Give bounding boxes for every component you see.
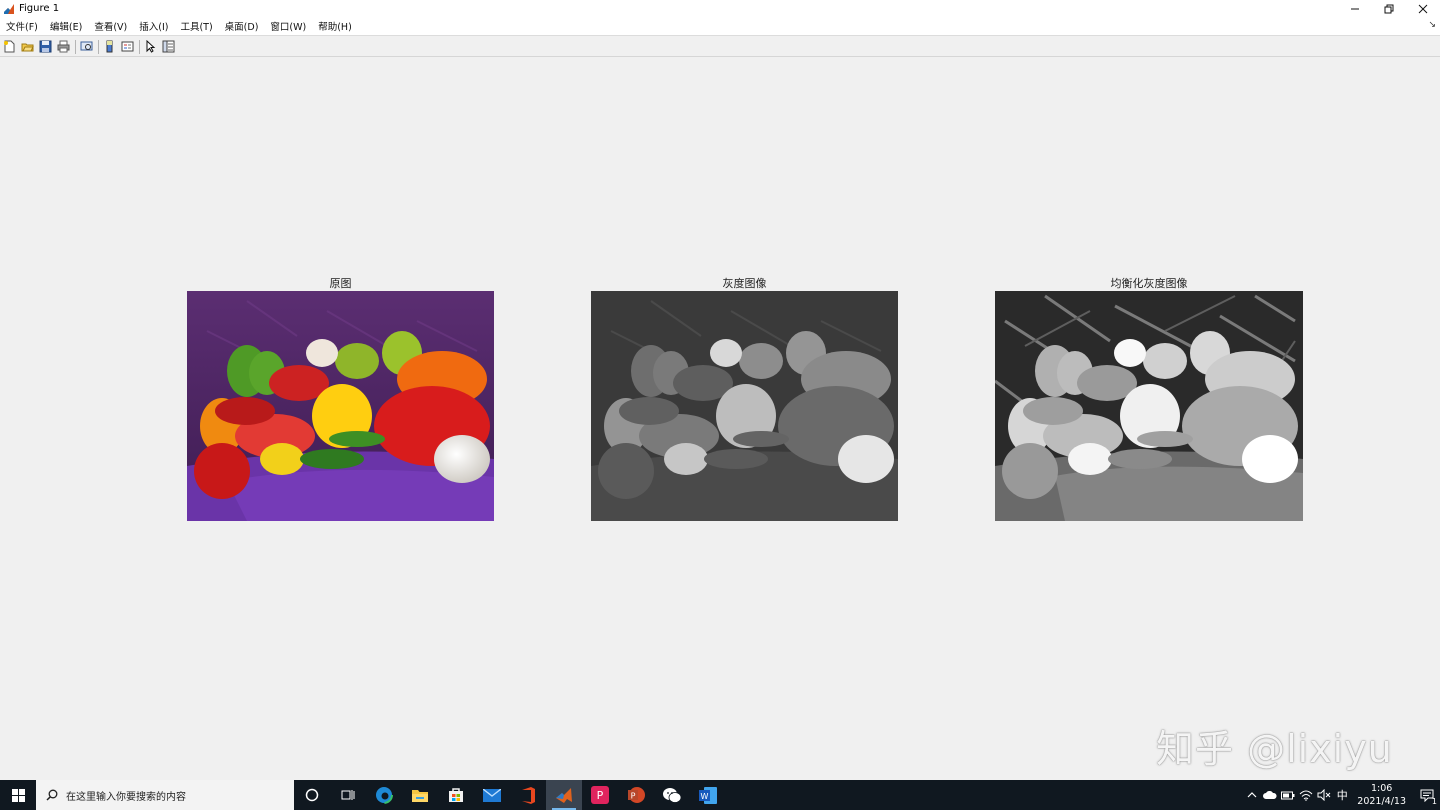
- file-explorer-icon: [412, 789, 428, 802]
- svg-text:P: P: [631, 792, 636, 801]
- clock-time: 1:06: [1370, 783, 1393, 794]
- chevron-up-icon: [1247, 792, 1257, 798]
- window-title: Figure 1: [19, 3, 60, 14]
- search-icon: [46, 789, 58, 801]
- pointer-icon: [146, 40, 156, 53]
- restore-button[interactable]: [1372, 0, 1406, 17]
- word-icon: W: [699, 786, 717, 804]
- toolbar-separator: [75, 39, 76, 54]
- equalized-grayscale-image: [995, 291, 1303, 521]
- tray-onedrive[interactable]: [1261, 780, 1279, 810]
- windows-logo-icon: [11, 788, 25, 802]
- task-view-icon: [341, 790, 355, 800]
- tray-volume[interactable]: [1315, 780, 1333, 810]
- new-figure-icon: [4, 40, 15, 53]
- save-button[interactable]: [38, 39, 53, 54]
- print-button[interactable]: [56, 39, 71, 54]
- mail-icon: [483, 788, 501, 802]
- property-editor-button[interactable]: [161, 39, 176, 54]
- clock-date: 2021/4/13: [1357, 796, 1406, 807]
- tray-overflow-button[interactable]: [1243, 780, 1261, 810]
- print-preview-icon: [80, 41, 93, 51]
- menu-bar: 文件(F) 编辑(E) 查看(V) 插入(I) 工具(T) 桌面(D) 窗口(W…: [0, 17, 1440, 36]
- powerpoint-icon: P: [628, 787, 645, 803]
- notification-center-button[interactable]: 1: [1414, 780, 1440, 810]
- matlab-icon: [556, 787, 572, 803]
- taskbar-file-explorer[interactable]: [402, 780, 438, 810]
- panel-title-original: 原图: [329, 277, 352, 290]
- svg-text:P: P: [597, 789, 604, 802]
- panel-title-equalized: 均衡化灰度图像: [1110, 277, 1188, 290]
- dock-arrow-icon[interactable]: ↘: [1428, 20, 1436, 30]
- legend-button[interactable]: [120, 39, 135, 54]
- taskbar-office[interactable]: [510, 780, 546, 810]
- toolbar-separator: [139, 39, 140, 54]
- pointer-button[interactable]: [143, 39, 158, 54]
- colorbar-button[interactable]: [102, 39, 117, 54]
- input-method-indicator[interactable]: 中: [1333, 787, 1351, 803]
- taskbar-matlab[interactable]: [546, 780, 582, 810]
- store-icon: [449, 788, 463, 802]
- taskbar-cortana[interactable]: [294, 780, 330, 810]
- taskbar-wechat[interactable]: [654, 780, 690, 810]
- new-figure-button[interactable]: [2, 39, 17, 54]
- svg-text:W: W: [701, 792, 709, 801]
- cortana-icon: [305, 788, 319, 802]
- restore-icon: [1384, 4, 1394, 13]
- print-icon: [57, 40, 70, 53]
- search-placeholder: 在这里输入你要搜索的内容: [66, 791, 186, 803]
- cloud-icon: [1263, 790, 1277, 799]
- zhihu-watermark: 知乎 @lixiyu: [1156, 727, 1393, 771]
- colorbar-icon: [106, 40, 113, 53]
- toolbar-separator: [98, 39, 99, 54]
- taskbar-word[interactable]: W: [690, 780, 726, 810]
- taskbar-task-view[interactable]: [330, 780, 366, 810]
- grayscale-image: [591, 291, 898, 521]
- close-button[interactable]: [1406, 0, 1440, 17]
- menu-insert[interactable]: 插入(I): [133, 19, 174, 33]
- minimize-icon: [1351, 8, 1359, 9]
- taskbar-powerpoint[interactable]: P: [618, 780, 654, 810]
- menu-tools[interactable]: 工具(T): [174, 19, 218, 33]
- notification-count: 1: [1431, 797, 1437, 806]
- start-button[interactable]: [0, 780, 36, 810]
- edge-icon: [375, 786, 393, 804]
- pdf-reader-icon: P: [591, 786, 609, 804]
- open-file-button[interactable]: [20, 39, 35, 54]
- panel-title-grayscale: 灰度图像: [722, 277, 767, 290]
- taskbar-search-box[interactable]: 在这里输入你要搜索的内容: [36, 780, 294, 810]
- taskbar-edge[interactable]: [366, 780, 402, 810]
- wifi-icon: [1299, 790, 1313, 801]
- wechat-icon: [663, 787, 682, 803]
- print-preview-button[interactable]: [79, 39, 94, 54]
- menu-desktop[interactable]: 桌面(D): [219, 19, 265, 33]
- close-icon: [1418, 4, 1428, 13]
- volume-muted-icon: [1317, 789, 1331, 801]
- taskbar-store[interactable]: [438, 780, 474, 810]
- taskbar-clock[interactable]: 1:06 2021/4/13: [1357, 782, 1406, 808]
- windows-taskbar: 在这里输入你要搜索的内容 P P W 中 1:06 2021/4/13 1: [0, 780, 1440, 810]
- office-icon: [521, 786, 535, 804]
- taskbar-mail[interactable]: [474, 780, 510, 810]
- tray-network[interactable]: [1297, 780, 1315, 810]
- original-color-image: [187, 291, 494, 521]
- menu-help[interactable]: 帮助(H): [312, 19, 358, 33]
- figure-toolbar: [0, 37, 1440, 57]
- tray-battery[interactable]: [1279, 780, 1297, 810]
- minimize-button[interactable]: [1338, 0, 1372, 17]
- legend-icon: [121, 41, 134, 52]
- save-icon: [39, 40, 52, 53]
- menu-edit[interactable]: 编辑(E): [44, 19, 88, 33]
- battery-icon: [1281, 791, 1295, 799]
- menu-view[interactable]: 查看(V): [88, 19, 133, 33]
- window-titlebar[interactable]: Figure 1: [0, 0, 1440, 17]
- system-tray: 中 1:06 2021/4/13 1: [1243, 780, 1440, 810]
- property-editor-icon: [162, 40, 175, 53]
- matlab-app-icon: [4, 3, 14, 14]
- menu-file[interactable]: 文件(F): [0, 19, 44, 33]
- open-file-icon: [21, 43, 34, 52]
- taskbar-pdf-reader[interactable]: P: [582, 780, 618, 810]
- menu-window[interactable]: 窗口(W): [264, 19, 312, 33]
